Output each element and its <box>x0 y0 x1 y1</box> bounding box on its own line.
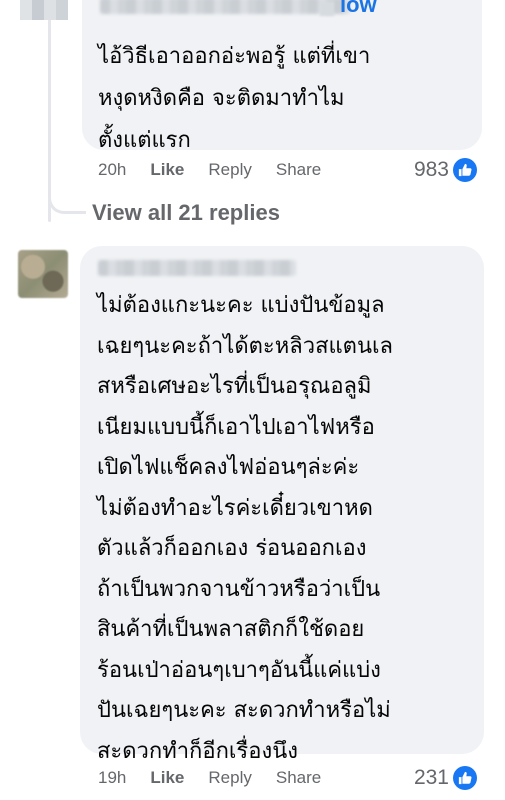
comment-actions: 19h Like Reply Share <box>98 768 345 788</box>
avatar[interactable] <box>20 0 68 20</box>
like-button[interactable]: Like <box>150 160 184 180</box>
comment-author-name-blurred[interactable] <box>98 260 296 276</box>
comment-text: ไม่ต้องแกะนะคะ แบ่งปันข้อมูล เฉยๆนะคะถ้า… <box>97 293 394 764</box>
comment-author-name-blurred[interactable] <box>100 0 350 14</box>
comment-timestamp[interactable]: 19h <box>98 768 126 788</box>
reaction-count: 231 <box>413 766 449 789</box>
comment-text: ไอ้วิธีเอาออกอ่ะพอรู้ แต่ที่เขา หงุดหงิด… <box>98 44 371 153</box>
comment-timestamp[interactable]: 20h <box>98 160 126 180</box>
share-button[interactable]: Share <box>276 768 321 788</box>
thread-connector <box>48 168 86 214</box>
verified-badge-blurred <box>320 2 334 16</box>
reaction-summary[interactable]: 983 <box>414 158 477 182</box>
view-all-replies-link[interactable]: View all 21 replies <box>92 200 280 226</box>
thumbs-up-icon <box>453 766 477 790</box>
avatar[interactable] <box>18 250 68 298</box>
reaction-count: 983 <box>413 158 449 181</box>
comment-actions: 20h Like Reply Share <box>98 160 345 180</box>
follow-link[interactable]: low <box>340 0 377 18</box>
like-button[interactable]: Like <box>150 768 184 788</box>
reply-button[interactable]: Reply <box>208 160 251 180</box>
thumbs-up-icon <box>453 158 477 182</box>
reply-button[interactable]: Reply <box>208 768 251 788</box>
reaction-summary[interactable]: 231 <box>414 766 477 790</box>
share-button[interactable]: Share <box>276 160 321 180</box>
